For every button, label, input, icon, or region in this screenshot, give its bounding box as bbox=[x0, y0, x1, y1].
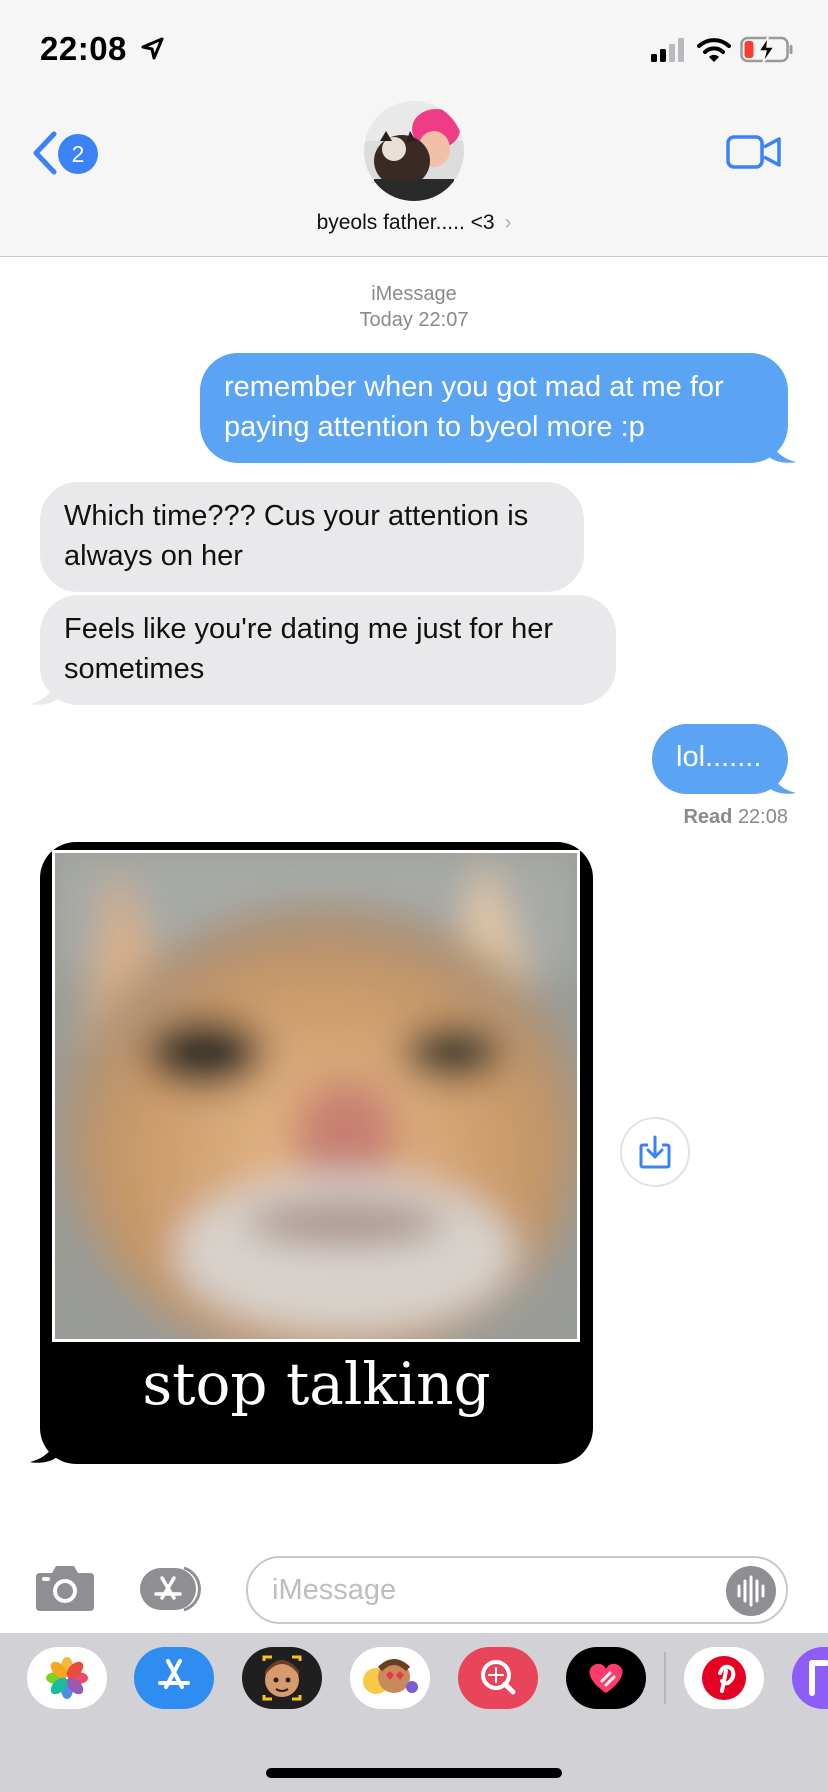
camera-icon[interactable] bbox=[34, 1563, 96, 1613]
chevron-right-icon: › bbox=[504, 211, 512, 234]
location-arrow-icon bbox=[141, 37, 164, 60]
read-receipt: Read 22:08 bbox=[683, 806, 788, 828]
thread-timestamp: Today 22:07 bbox=[359, 309, 469, 331]
received-bubble-tail bbox=[30, 1430, 58, 1463]
save-image-button[interactable] bbox=[620, 1117, 690, 1187]
sent-bubble-tail bbox=[768, 430, 796, 463]
audio-message-button[interactable] bbox=[726, 1566, 776, 1616]
audio-waveform-icon bbox=[737, 1575, 765, 1607]
received-message-bubble[interactable]: Which time??? Cus your attention is alwa… bbox=[40, 482, 584, 592]
home-indicator[interactable] bbox=[266, 1768, 562, 1778]
save-download-icon bbox=[639, 1135, 671, 1169]
cellular-signal-icon bbox=[651, 38, 684, 62]
photos-app-icon[interactable] bbox=[27, 1647, 107, 1709]
message-text: remember when you got mad at me for payi… bbox=[224, 371, 724, 443]
memoji-app-icon[interactable] bbox=[242, 1647, 322, 1709]
sent-message-bubble[interactable]: remember when you got mad at me for payi… bbox=[200, 353, 788, 463]
app-store-icon[interactable] bbox=[138, 1566, 214, 1612]
heart-touch-icon bbox=[589, 1663, 623, 1693]
received-bubble-tail bbox=[30, 672, 58, 705]
search-images-app-icon[interactable] bbox=[458, 1647, 538, 1709]
received-message-bubble[interactable]: Feels like you're dating me just for her… bbox=[40, 595, 616, 705]
sent-bubble-tail bbox=[768, 761, 796, 794]
back-chevron-icon bbox=[33, 131, 57, 175]
message-text: Which time??? Cus your attention is alwa… bbox=[64, 500, 529, 572]
digital-touch-app-icon[interactable] bbox=[566, 1647, 646, 1709]
drawer-divider bbox=[664, 1652, 666, 1704]
facetime-video-icon[interactable] bbox=[726, 134, 782, 170]
globe-search-icon bbox=[481, 1660, 516, 1695]
message-text: Feels like you're dating me just for her… bbox=[64, 613, 554, 685]
back-button[interactable]: 2 bbox=[28, 128, 108, 178]
app-store-app-icon[interactable] bbox=[134, 1647, 214, 1709]
contact-name[interactable]: byeols father..... <3 › bbox=[0, 211, 828, 235]
wifi-icon bbox=[697, 38, 731, 62]
cat-photo bbox=[52, 850, 580, 1342]
app-store-glyph-icon bbox=[158, 1659, 190, 1689]
message-text: lol....... bbox=[676, 741, 762, 773]
unread-badge: 2 bbox=[58, 134, 98, 174]
animoji-faces-icon bbox=[363, 1659, 418, 1694]
avatar-photo bbox=[364, 101, 464, 201]
memoji-face-icon bbox=[262, 1655, 302, 1701]
meme-caption: stop talking bbox=[142, 1350, 491, 1418]
battery-charging-icon bbox=[740, 36, 793, 64]
status-time: 22:08 bbox=[40, 30, 127, 67]
received-image-message[interactable]: stop talking bbox=[40, 842, 593, 1464]
contact-avatar[interactable] bbox=[364, 101, 464, 201]
animoji-app-icon[interactable] bbox=[350, 1647, 430, 1709]
message-input[interactable]: iMessage bbox=[246, 1556, 788, 1624]
message-input-placeholder: iMessage bbox=[272, 1574, 397, 1606]
pinterest-logo-icon bbox=[702, 1656, 746, 1700]
photos-flower-icon bbox=[46, 1657, 88, 1699]
pinterest-app-icon[interactable] bbox=[684, 1647, 764, 1709]
service-label: iMessage bbox=[371, 283, 457, 305]
